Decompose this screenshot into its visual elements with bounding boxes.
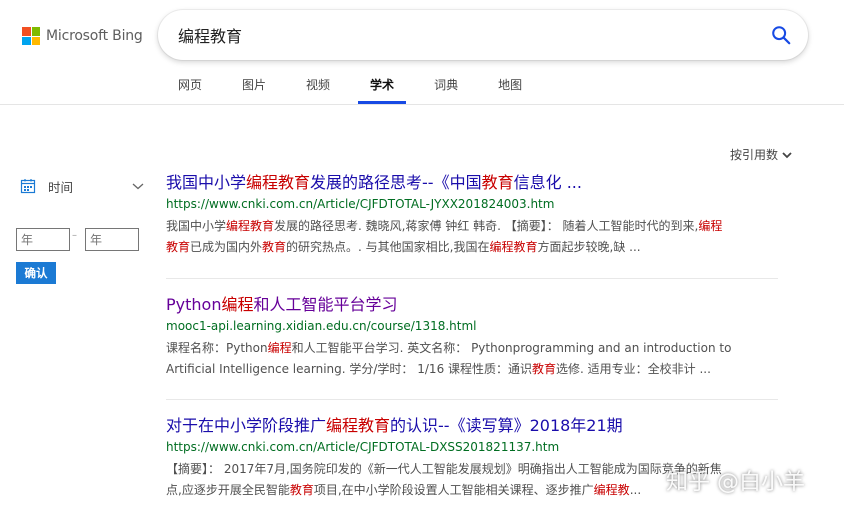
scope-tabs: 网页 图片 视频 学术 词典 地图 (166, 68, 550, 104)
snippet-line: Artificial Intelligence learning. 学分/学时：… (166, 359, 778, 380)
text-segment: 的研究热点。. 与其他国家相比,我国在 (286, 240, 490, 254)
keyword-highlight: 教育 (481, 173, 514, 192)
result-snippet: 课程名称：Python编程和人工智能平台学习. 英文名称： Pythonprog… (166, 338, 778, 380)
keyword-highlight: 教育 (289, 483, 314, 497)
result-title-link[interactable]: 我国中小学编程教育发展的路径思考--《中国教育信息化 ... (166, 172, 778, 194)
snippet-line: 课程名称：Python编程和人工智能平台学习. 英文名称： Pythonprog… (166, 338, 778, 359)
tab-web[interactable]: 网页 (166, 68, 214, 104)
chevron-down-icon (782, 151, 792, 158)
time-filter[interactable]: 时间 (20, 176, 144, 196)
text-segment: Artificial Intelligence learning. 学分/学时：… (166, 362, 533, 376)
text-segment: 我国中小学 (166, 219, 227, 233)
sort-label: 按引用数 (730, 148, 779, 162)
text-segment: 和人工智能平台学习. 英文名称： Pythonprogramming and a… (291, 341, 732, 355)
year-to-input[interactable] (85, 228, 139, 251)
time-filter-label: 时间 (48, 179, 74, 195)
text-segment: 点,应逐步开展全民智能 (166, 483, 290, 497)
keyword-highlight: 编程教育 (226, 219, 275, 233)
text-segment: 【摘要】： 2017年7月,国务院印发的《新一代人工智能发展规划》明确指出人工智… (166, 462, 722, 476)
keyword-highlight: 编程教育 (246, 173, 311, 192)
search-input[interactable] (178, 23, 738, 47)
bing-logo[interactable]: Microsoft Bing (22, 26, 143, 46)
keyword-highlight: 编程 (221, 295, 254, 314)
keyword-highlight: 编程 (267, 341, 292, 355)
tab-images[interactable]: 图片 (230, 68, 278, 104)
text-segment: Python (166, 295, 222, 314)
result-item: 我国中小学编程教育发展的路径思考--《中国教育信息化 ... https://w… (166, 172, 778, 258)
year-from-input[interactable] (16, 228, 70, 251)
result-url[interactable]: https://www.cnki.com.cn/Article/CJFDTOTA… (166, 196, 778, 213)
snippet-line: 教育已成为国内外教育的研究热点。. 与其他国家相比,我国在编程教育方面起步较晚,… (166, 237, 778, 258)
text-segment: 信息化 ... (513, 173, 582, 192)
keyword-highlight: 教育 (532, 362, 557, 376)
search-box (158, 10, 808, 60)
keyword-highlight: 编程教 (593, 483, 630, 497)
text-segment: 方面起步较晚,缺 ... (537, 240, 641, 254)
keyword-highlight: 编程 (698, 219, 723, 233)
result-snippet: 我国中小学编程教育发展的路径思考. 魏晓风,蒋家傅 钟红 韩奇. 【摘要】： 随… (166, 216, 778, 258)
tab-dictionary[interactable]: 词典 (422, 68, 470, 104)
confirm-button[interactable]: 确认 (16, 262, 56, 284)
keyword-highlight: 教育 (166, 240, 191, 254)
text-segment: 已成为国内外 (190, 240, 263, 254)
keyword-highlight: 编程教育 (489, 240, 538, 254)
text-segment: 我国中小学 (166, 173, 247, 192)
text-segment: 对于在中小学阶段推广 (166, 416, 327, 435)
logo-text: Microsoft Bing (46, 28, 143, 44)
text-segment: 发展的路径思考--《中国 (310, 173, 482, 192)
text-segment: ... (629, 483, 642, 497)
keyword-highlight: 教育 (262, 240, 287, 254)
tab-maps[interactable]: 地图 (486, 68, 534, 104)
result-url[interactable]: mooc1-api.learning.xidian.edu.cn/course/… (166, 318, 778, 335)
zhihu-watermark: 知乎 @白小羊 (666, 470, 805, 495)
result-divider (166, 278, 778, 279)
tab-academic[interactable]: 学术 (358, 68, 407, 104)
calendar-icon (20, 179, 36, 194)
keyword-highlight: 编程教育 (326, 416, 391, 435)
sort-dropdown[interactable]: 按引用数 (730, 146, 792, 163)
text-segment: 项目,在中小学阶段设置人工智能相关课程、逐步推广 (313, 483, 594, 497)
result-title-link[interactable]: 对于在中小学阶段推广编程教育的认识--《读写算》2018年21期 (166, 415, 778, 437)
search-icon[interactable] (770, 24, 792, 46)
header-divider (0, 104, 844, 105)
result-title-link[interactable]: Python编程和人工智能平台学习 (166, 294, 778, 316)
result-url[interactable]: https://www.cnki.com.cn/Article/CJFDTOTA… (166, 439, 778, 456)
tab-videos[interactable]: 视频 (294, 68, 342, 104)
chevron-down-icon (132, 183, 144, 190)
snippet-line: 我国中小学编程教育发展的路径思考. 魏晓风,蒋家傅 钟红 韩奇. 【摘要】： 随… (166, 216, 778, 237)
result-item: Python编程和人工智能平台学习 mooc1-api.learning.xid… (166, 294, 778, 380)
text-segment: 的认识--《读写算》2018年21期 (390, 416, 623, 435)
result-divider (166, 399, 778, 400)
year-range-dash: – (72, 230, 77, 241)
text-segment: 课程名称：Python (166, 341, 268, 355)
text-segment: 发展的路径思考. 魏晓风,蒋家傅 钟红 韩奇. 【摘要】： 随着人工智能时代的到… (274, 219, 699, 233)
text-segment: 选修. 适用专业：全校非计 ... (556, 362, 711, 376)
microsoft-logo-icon (22, 27, 40, 45)
text-segment: 和人工智能平台学习 (253, 295, 398, 314)
